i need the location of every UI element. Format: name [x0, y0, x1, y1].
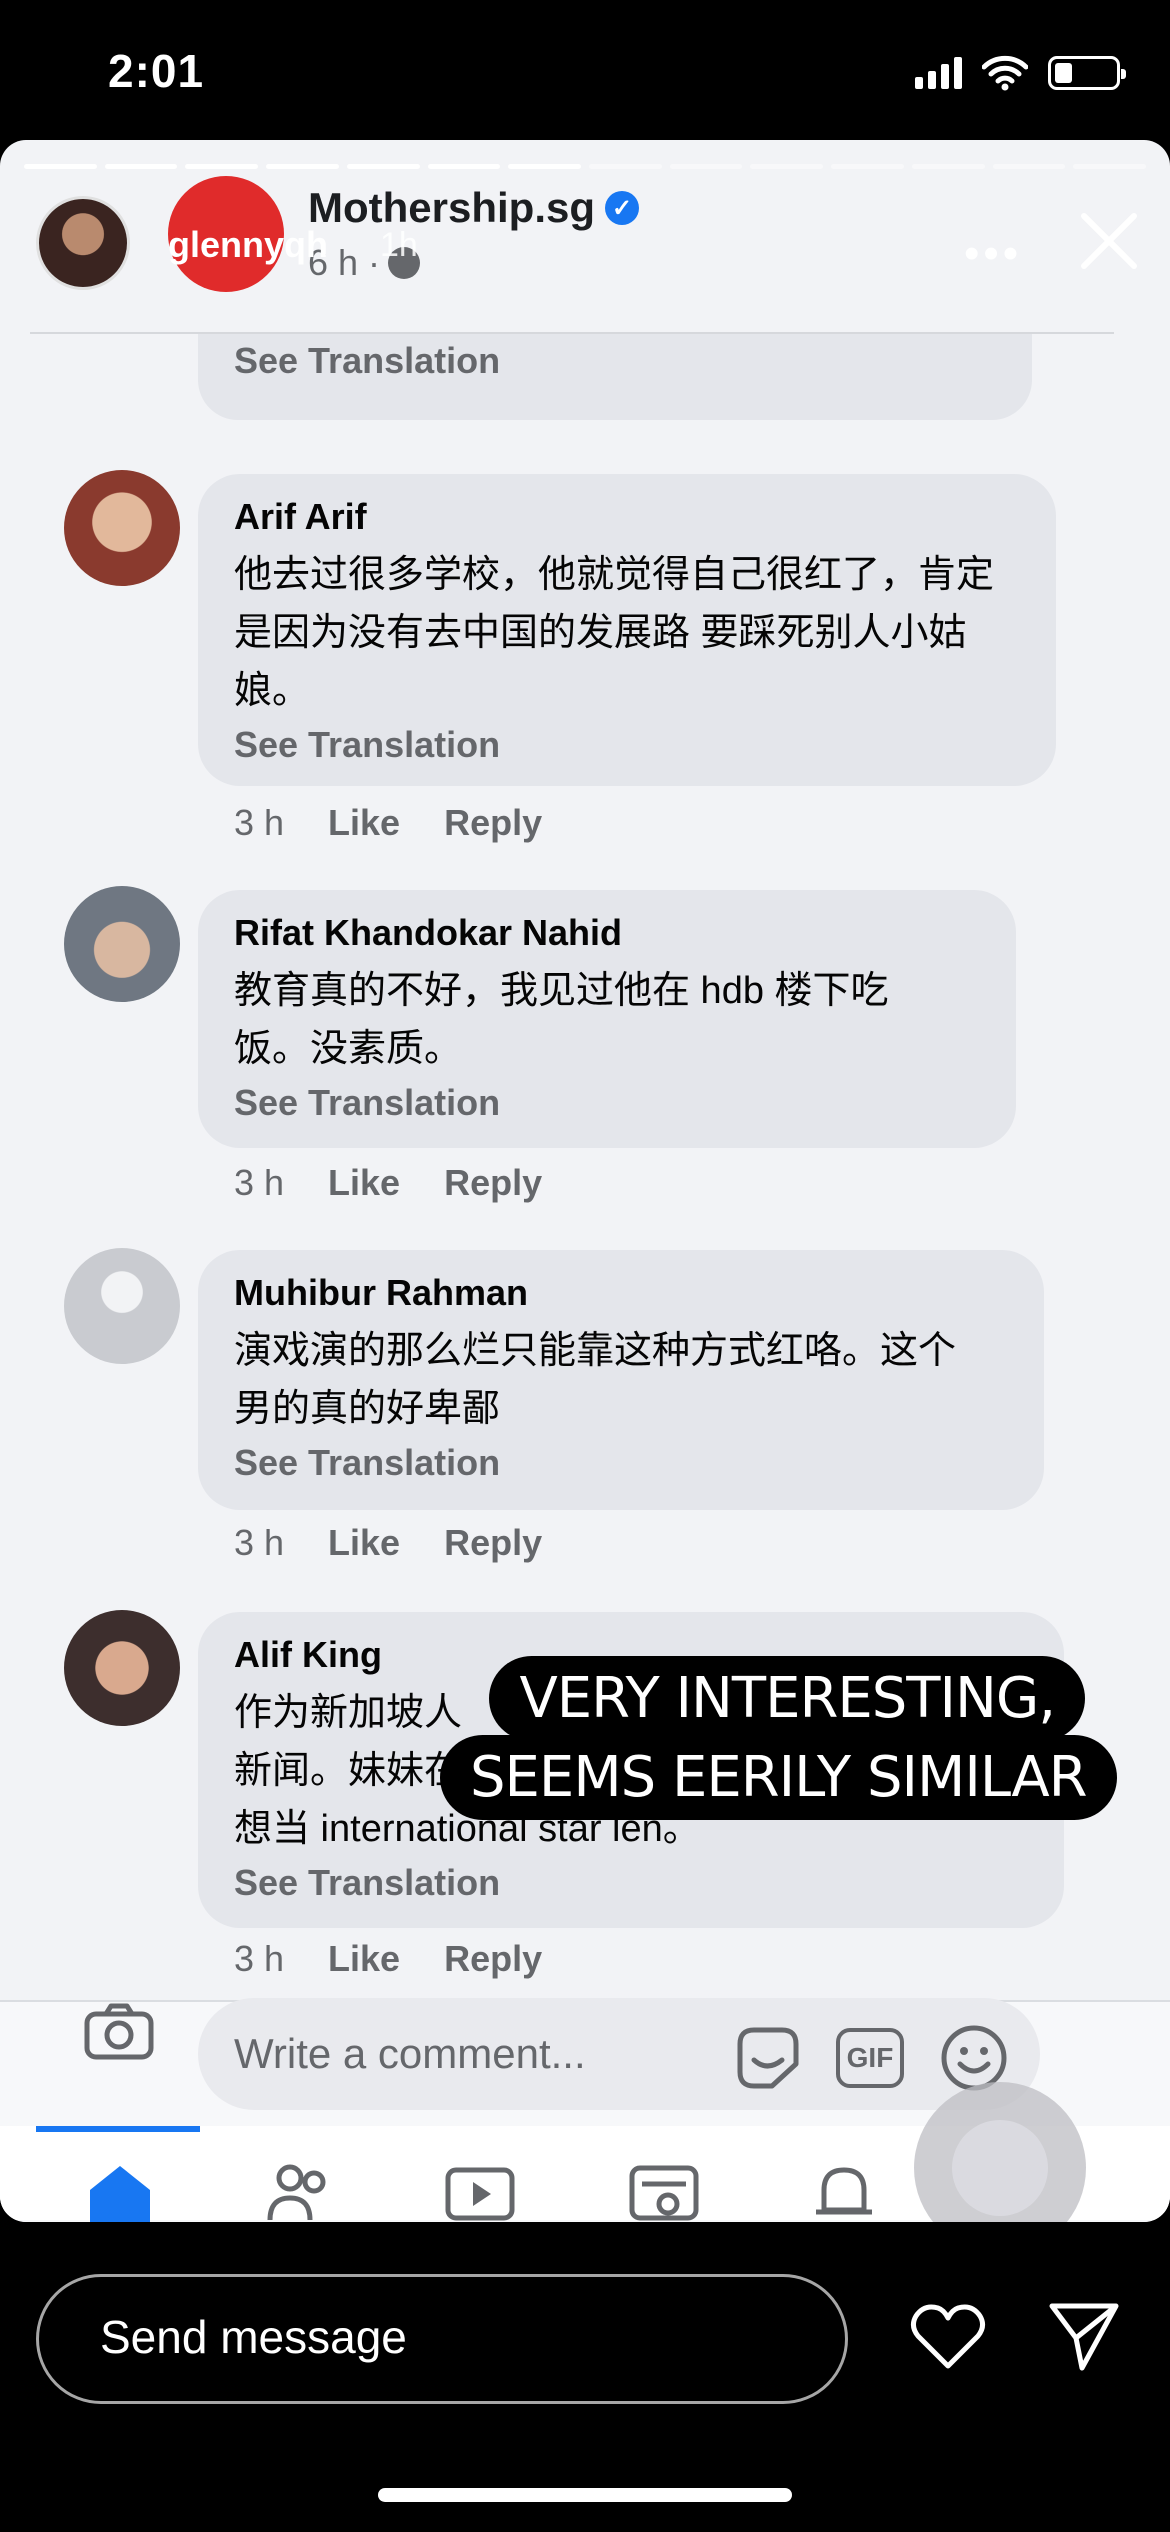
- reply-button[interactable]: Reply: [444, 1522, 542, 1564]
- story-progress-segment: [589, 164, 662, 169]
- comment-bubble: Muhibur Rahman 演戏演的那么烂只能靠这种方式红咯。这个 男的真的好…: [198, 1250, 1044, 1510]
- comment-time: 3 h: [234, 1162, 285, 1203]
- story-progress-segment: [185, 164, 259, 169]
- marketplace-icon[interactable]: [628, 2160, 700, 2222]
- story-progress-segment: [750, 164, 824, 169]
- send-message-placeholder[interactable]: Send message: [100, 2310, 407, 2364]
- send-icon[interactable]: [1046, 2298, 1122, 2374]
- status-icons: [915, 52, 1126, 94]
- comment-time: 3 h: [234, 1522, 285, 1563]
- home-indicator[interactable]: [378, 2488, 792, 2502]
- story-progress-segment: [992, 164, 1066, 169]
- like-button[interactable]: Like: [328, 1162, 400, 1204]
- story-progress-segment: [1073, 164, 1147, 169]
- gif-icon[interactable]: GIF: [836, 2028, 904, 2088]
- heart-icon[interactable]: [910, 2302, 986, 2372]
- avatar[interactable]: [64, 886, 180, 1002]
- friends-icon[interactable]: [264, 2160, 336, 2222]
- story-progress-segment: [508, 164, 582, 169]
- story-progress-segment: [669, 164, 743, 169]
- story-progress-segment: [427, 164, 501, 169]
- signal-icon: [915, 57, 962, 89]
- reply-button[interactable]: Reply: [444, 1938, 542, 1980]
- divider: [30, 332, 1114, 334]
- video-icon[interactable]: [444, 2160, 516, 2222]
- bell-icon[interactable]: [808, 2160, 880, 2222]
- comment-actions: 3 h Like Reply: [234, 1522, 542, 1564]
- comment-actions: 3 h Like Reply: [234, 1162, 542, 1204]
- see-translation-link[interactable]: See Translation: [234, 724, 1020, 766]
- close-icon[interactable]: [1076, 208, 1142, 274]
- comment-time: 3 h: [234, 802, 285, 843]
- commenter-name[interactable]: Arif Arif: [234, 496, 1020, 538]
- comment-bubble: Rifat Khandokar Nahid 教育真的不好，我见过他在 hdb 楼…: [198, 890, 1016, 1148]
- story-time: 1h: [380, 226, 418, 264]
- story-caption: VERY INTERESTING, SEEMS EERILY SIMILAR: [440, 1656, 1117, 1820]
- comment-bubble-partial: See Translation: [198, 334, 1032, 420]
- like-button[interactable]: Like: [328, 802, 400, 844]
- status-time: 2:01: [108, 45, 205, 97]
- reply-button[interactable]: Reply: [444, 1162, 542, 1204]
- see-translation-link[interactable]: See Translation: [234, 340, 500, 382]
- like-button[interactable]: Like: [328, 1938, 400, 1980]
- comment-text-line: 男的真的好卑鄙: [234, 1388, 501, 1430]
- avatar[interactable]: [64, 470, 180, 586]
- comment-actions: 3 h Like Reply: [234, 1938, 542, 1980]
- story-progress-segment: [266, 164, 339, 169]
- story-progress-bar: [24, 164, 1147, 169]
- caption-line-1: VERY INTERESTING,: [489, 1656, 1086, 1741]
- story-progress-segment: [346, 164, 420, 169]
- see-translation-link[interactable]: See Translation: [234, 1082, 980, 1124]
- home-icon[interactable]: [84, 2160, 156, 2222]
- reply-button[interactable]: Reply: [444, 802, 542, 844]
- more-options-icon[interactable]: •••: [964, 232, 1022, 276]
- wifi-icon: [982, 55, 1028, 91]
- see-translation-link[interactable]: See Translation: [234, 1862, 1028, 1904]
- like-button[interactable]: Like: [328, 1522, 400, 1564]
- comment-bubble: Arif Arif 他去过很多学校，他就觉得自己很红了，肯定 是因为没有去中国的…: [198, 474, 1056, 786]
- avatar[interactable]: [64, 1248, 180, 1364]
- battery-icon: [1048, 56, 1126, 90]
- commenter-name[interactable]: Muhibur Rahman: [234, 1272, 1008, 1314]
- commenter-name[interactable]: Rifat Khandokar Nahid: [234, 912, 980, 954]
- comment-text-line: 演戏演的那么烂只能靠这种方式红咯。这个: [234, 1330, 957, 1372]
- comment-actions: 3 h Like Reply: [234, 802, 542, 844]
- comment-text-line: 他去过很多学校，他就觉得自己很红了，肯定: [234, 554, 995, 596]
- story-progress-segment: [911, 164, 985, 169]
- camera-icon[interactable]: [84, 2002, 154, 2060]
- comment-text-line: 是因为没有去中国的发展路 要踩死别人小姑: [234, 612, 967, 654]
- comment-time: 3 h: [234, 1938, 285, 1979]
- story-progress-segment: [24, 164, 97, 169]
- avatar[interactable]: [64, 1610, 180, 1726]
- caption-line-2: SEEMS EERILY SIMILAR: [440, 1735, 1117, 1820]
- see-translation-link[interactable]: See Translation: [234, 1442, 1008, 1484]
- comment-text-line: 饭。没素质。: [234, 1028, 463, 1070]
- comment-placeholder[interactable]: Write a comment...: [234, 2030, 586, 2078]
- story-card[interactable]: Mothership.sg ✓ 6 h · glennyqh 1h ••• Se…: [0, 140, 1170, 2222]
- sticker-icon[interactable]: [732, 2024, 802, 2090]
- story-username[interactable]: glennyqh: [168, 224, 328, 266]
- avatar[interactable]: [36, 196, 130, 290]
- active-tab-indicator: [36, 2126, 200, 2132]
- story-progress-segment: [831, 164, 904, 169]
- comment-text-line: 教育真的不好，我见过他在 hdb 楼下吃: [234, 970, 889, 1012]
- story-progress-segment: [104, 164, 178, 169]
- comment-text-line: 娘。: [234, 670, 311, 712]
